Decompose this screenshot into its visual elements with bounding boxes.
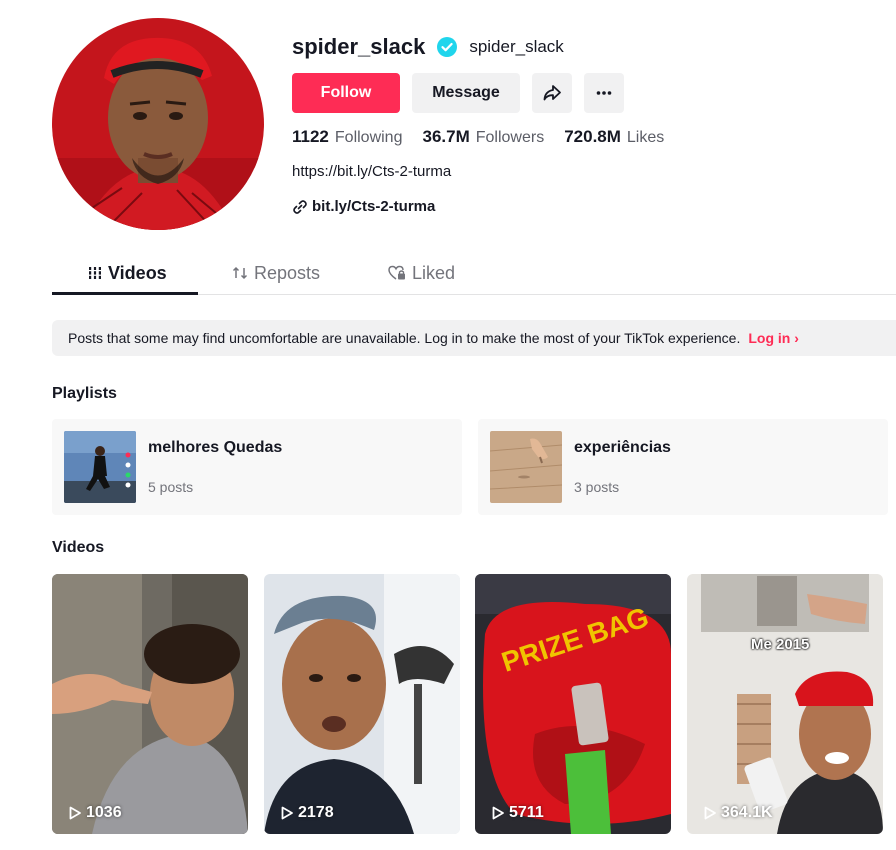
video-thumbnail xyxy=(687,574,883,834)
verified-badge-icon xyxy=(437,37,458,57)
profile-name-row: spider_slack spider_slack xyxy=(292,34,564,60)
followers-label: Followers xyxy=(475,129,545,146)
likes-stat: 720.8M Likes xyxy=(564,127,664,147)
share-icon xyxy=(543,85,561,101)
share-button[interactable] xyxy=(532,73,572,113)
following-count: 1122 xyxy=(292,127,329,146)
link-icon xyxy=(293,199,307,214)
login-link-label: Log in xyxy=(748,330,791,346)
video-card[interactable]: 1036 xyxy=(52,574,248,834)
video-card[interactable]: 2178 xyxy=(264,574,460,834)
video-views-text: 2178 xyxy=(298,804,334,821)
profile-tabs: Videos Reposts Liked xyxy=(52,252,896,295)
chevron-right-icon: › xyxy=(794,330,799,346)
following-stat[interactable]: 1122 Following xyxy=(292,127,402,147)
video-overlay-text: Me 2015 xyxy=(751,636,810,653)
tab-liked-label: Liked xyxy=(412,262,456,283)
play-icon xyxy=(704,806,716,820)
profile-bio: https://bit.ly/Cts-2-turma xyxy=(292,163,452,180)
playlist-card[interactable]: melhores Quedas 5 posts xyxy=(52,419,462,515)
video-view-count: 5711 xyxy=(491,804,544,822)
following-label: Following xyxy=(334,129,403,146)
playlist-post-count: 3 posts xyxy=(574,479,620,495)
video-thumbnail xyxy=(264,574,460,834)
tab-reposts-label: Reposts xyxy=(254,262,321,283)
playlist-card[interactable]: experiências 3 posts xyxy=(478,419,888,515)
follow-button[interactable]: Follow xyxy=(292,73,400,113)
video-view-count: 364.1K xyxy=(703,804,773,822)
profile-stats: 1122 Following 36.7M Followers 720.8M Li… xyxy=(292,127,684,147)
profile-nickname: spider_slack xyxy=(469,37,564,56)
tab-reposts[interactable]: Reposts xyxy=(232,252,320,294)
active-tab-underline xyxy=(52,292,198,295)
heart-lock-icon xyxy=(388,265,405,280)
playlist-title: experiências xyxy=(574,439,671,456)
play-icon xyxy=(281,806,293,820)
tab-videos[interactable]: Videos xyxy=(88,252,167,294)
grid-icon xyxy=(88,267,102,279)
profile-username: spider_slack xyxy=(292,34,426,59)
playlists-heading: Playlists xyxy=(52,385,117,402)
video-thumbnail xyxy=(52,574,248,834)
message-button[interactable]: Message xyxy=(412,73,520,113)
playlist-post-count: 5 posts xyxy=(148,479,194,495)
avatar[interactable] xyxy=(52,18,264,230)
login-link[interactable]: Log in › xyxy=(748,330,799,346)
profile-link-text: bit.ly/Cts-2-turma xyxy=(312,198,436,215)
playlist-title: melhores Quedas xyxy=(148,439,283,456)
more-icon xyxy=(596,91,612,95)
tab-videos-label: Videos xyxy=(108,262,167,283)
restricted-content-notice: Posts that some may find uncomfortable a… xyxy=(52,320,896,356)
tab-liked[interactable]: Liked xyxy=(388,252,455,294)
video-views-text: 5711 xyxy=(509,804,544,821)
videos-heading: Videos xyxy=(52,539,105,556)
likes-label: Likes xyxy=(626,129,665,146)
profile-actions: Follow Message xyxy=(292,73,624,113)
playlist-thumbnail xyxy=(64,431,136,503)
playlist-thumbnail xyxy=(490,431,562,503)
profile-link[interactable]: bit.ly/Cts-2-turma xyxy=(292,198,435,215)
video-card[interactable]: Me 2015 364.1K xyxy=(687,574,883,834)
followers-stat[interactable]: 36.7M Followers xyxy=(422,127,544,147)
play-icon xyxy=(69,806,81,820)
video-view-count: 2178 xyxy=(280,804,334,822)
repost-icon xyxy=(232,266,248,280)
followers-count: 36.7M xyxy=(422,127,470,146)
notice-text: Posts that some may find uncomfortable a… xyxy=(68,330,741,346)
more-options-button[interactable] xyxy=(584,73,624,113)
video-views-text: 1036 xyxy=(86,804,122,821)
video-card[interactable]: PRIZE BAG 5711 xyxy=(475,574,671,834)
video-view-count: 1036 xyxy=(68,804,122,822)
play-icon xyxy=(492,806,504,820)
likes-count: 720.8M xyxy=(564,127,621,146)
video-views-text: 364.1K xyxy=(721,804,773,821)
